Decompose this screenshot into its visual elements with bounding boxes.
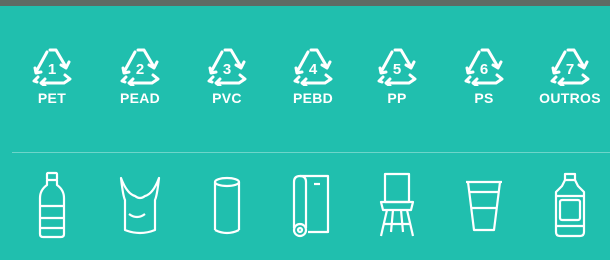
recycle-triangle-icon: 7: [550, 48, 590, 86]
recycle-triangle-icon: 4: [293, 48, 333, 86]
recycle-triangle-icon: 3: [207, 48, 247, 86]
resin-label: PP: [387, 90, 407, 106]
plastic-bag-icon: [110, 170, 170, 242]
resin-code-1: 1 PET: [7, 46, 97, 106]
resin-label: OUTROS: [539, 90, 601, 106]
resin-code-6: 6 PS: [439, 46, 529, 106]
svg-text:3: 3: [223, 61, 231, 78]
recycle-triangle-icon: 6: [464, 48, 504, 86]
chair-icon: [367, 170, 427, 242]
water-jug-icon: [540, 170, 600, 242]
svg-text:6: 6: [480, 61, 488, 78]
recycle-triangle-icon: 5: [377, 48, 417, 86]
resin-code-7: 7 OUTROS: [525, 46, 610, 106]
resin-label: PVC: [212, 90, 242, 106]
svg-text:5: 5: [393, 61, 401, 78]
resin-code-2: 2 PEAD: [95, 46, 185, 106]
cup-icon: [454, 170, 514, 242]
plastic-film-roll-icon: [283, 170, 343, 242]
pipe-icon: [197, 170, 257, 242]
svg-text:4: 4: [309, 61, 318, 78]
resin-code-3: 3 PVC: [182, 46, 272, 106]
recycle-triangle-icon: 1: [32, 48, 72, 86]
resin-label: PEBD: [292, 90, 334, 106]
resin-code-4: 4 PEBD: [268, 46, 358, 106]
divider: [12, 152, 610, 153]
resin-label: PET: [37, 90, 67, 106]
svg-text:2: 2: [136, 61, 144, 78]
bottle-icon: [22, 170, 82, 242]
recycling-codes-panel: 1 PET 2 PEAD 3 PVC 4 PEBD 5 PP 6 PS 7 OU…: [0, 6, 610, 260]
recycle-triangle-icon: 2: [120, 48, 160, 86]
svg-text:1: 1: [48, 61, 56, 78]
resin-label: PS: [474, 90, 494, 106]
resin-label: PEAD: [119, 90, 161, 106]
resin-codes-row: 1 PET 2 PEAD 3 PVC 4 PEBD 5 PP 6 PS 7 OU…: [0, 6, 610, 156]
resin-code-5: 5 PP: [352, 46, 442, 106]
svg-text:7: 7: [566, 61, 574, 78]
